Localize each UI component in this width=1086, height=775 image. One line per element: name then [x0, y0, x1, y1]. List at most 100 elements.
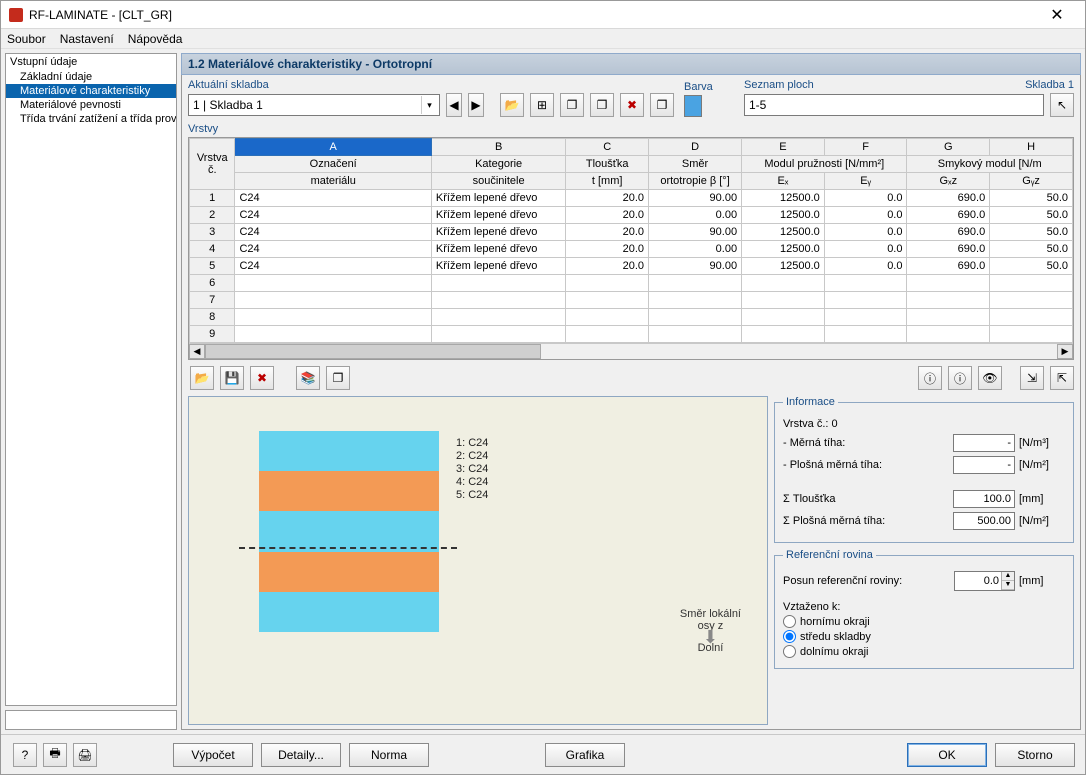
cell-ey[interactable]: 0.0 — [824, 224, 907, 241]
new-skladba-button[interactable]: 📂 — [500, 93, 524, 117]
row-num[interactable]: 1 — [190, 190, 235, 207]
copy-row-button[interactable]: ❐ — [326, 366, 350, 390]
info1-button[interactable]: ⓘ — [918, 366, 942, 390]
cell-ey[interactable]: 0.0 — [824, 258, 907, 275]
cell-gxz[interactable]: 690.0 — [907, 258, 990, 275]
cell-ex[interactable]: 12500.0 — [742, 258, 825, 275]
row-num[interactable]: 4 — [190, 241, 235, 258]
table-row[interactable]: 5C24Křížem lepené dřevo20.090.0012500.00… — [190, 258, 1073, 275]
cell-ey[interactable]: 0.0 — [824, 190, 907, 207]
cell-gxz[interactable]: 690.0 — [907, 224, 990, 241]
cell-b[interactable]: 0.00 — [649, 241, 742, 258]
cell-ey[interactable]: 0.0 — [824, 241, 907, 258]
storno-button[interactable]: Storno — [995, 743, 1075, 767]
scroll-thumb[interactable] — [205, 344, 541, 359]
cell-kat[interactable]: Křížem lepené dřevo — [431, 258, 565, 275]
table-row[interactable]: 1C24Křížem lepené dřevo20.090.0012500.00… — [190, 190, 1073, 207]
table-row[interactable]: 2C24Křížem lepené dřevo20.00.0012500.00.… — [190, 207, 1073, 224]
spin-up-icon[interactable]: ▲ — [1002, 572, 1014, 581]
cell-b[interactable]: 90.00 — [649, 258, 742, 275]
cell-t[interactable]: 20.0 — [566, 258, 649, 275]
row-num[interactable]: 8 — [190, 309, 235, 326]
cell-ex[interactable]: 12500.0 — [742, 207, 825, 224]
cell-mat[interactable]: C24 — [235, 224, 431, 241]
cell-mat[interactable]: C24 — [235, 241, 431, 258]
cell-mat[interactable]: C24 — [235, 207, 431, 224]
col-vrstva-header[interactable]: Vrstva č. — [190, 139, 235, 190]
nav-item-2[interactable]: Materiálové pevnosti — [6, 98, 176, 112]
skladba-combo[interactable]: 1 | Skladba 1 ▾ — [188, 94, 440, 116]
cell-b[interactable]: 90.00 — [649, 190, 742, 207]
radio-mid-input[interactable] — [783, 630, 796, 643]
cell-kat[interactable]: Křížem lepené dřevo — [431, 207, 565, 224]
cell-ex[interactable]: 12500.0 — [742, 224, 825, 241]
ok-button[interactable]: OK — [907, 743, 987, 767]
export2-button[interactable]: ⇱ — [1050, 366, 1074, 390]
layers-table[interactable]: Vrstva č. A B C D E F G H — [188, 137, 1074, 360]
prev-skladba-button[interactable]: ◀ — [446, 93, 462, 117]
cell-t[interactable]: 20.0 — [566, 190, 649, 207]
nav-item-0[interactable]: Základní údaje — [6, 70, 176, 84]
cell-t[interactable]: 20.0 — [566, 207, 649, 224]
copy-skladba-button[interactable]: ❐ — [560, 93, 584, 117]
next-skladba-button[interactable]: ▶ — [468, 93, 484, 117]
cell-gxz[interactable]: 690.0 — [907, 207, 990, 224]
vypocet-button[interactable]: Výpočet — [173, 743, 253, 767]
cell-gyz[interactable]: 50.0 — [990, 190, 1073, 207]
col-C[interactable]: C — [566, 139, 649, 156]
info2-button[interactable]: ⓘ — [948, 366, 972, 390]
row-num[interactable]: 2 — [190, 207, 235, 224]
col-G[interactable]: G — [907, 139, 990, 156]
scroll-right-icon[interactable]: ▶ — [1057, 344, 1073, 359]
nav-root[interactable]: Vstupní údaje — [6, 54, 176, 70]
view-button[interactable]: 👁 — [978, 366, 1002, 390]
table-row-empty[interactable]: 8 — [190, 309, 1073, 326]
seznam-input[interactable]: 1-5 — [744, 94, 1044, 116]
detaily-button[interactable]: Detaily... — [261, 743, 341, 767]
print-button[interactable]: 🖶 — [43, 743, 67, 767]
cell-gyz[interactable]: 50.0 — [990, 258, 1073, 275]
row-num[interactable]: 3 — [190, 224, 235, 241]
col-F[interactable]: F — [824, 139, 907, 156]
posun-spinner[interactable]: ▲▼ — [954, 571, 1015, 591]
row-num[interactable]: 9 — [190, 326, 235, 343]
cell-ey[interactable]: 0.0 — [824, 207, 907, 224]
radio-mid[interactable]: středu skladby — [783, 630, 1065, 643]
cell-gyz[interactable]: 50.0 — [990, 241, 1073, 258]
delete-skladba-button[interactable]: ✖ — [620, 93, 644, 117]
open-row-button[interactable]: 📂 — [190, 366, 214, 390]
print2-button[interactable]: 🖨 — [73, 743, 97, 767]
spin-down-icon[interactable]: ▼ — [1002, 581, 1014, 590]
col-D[interactable]: D — [649, 139, 742, 156]
cell-gxz[interactable]: 690.0 — [907, 241, 990, 258]
cell-b[interactable]: 90.00 — [649, 224, 742, 241]
delete-row-button[interactable]: ✖ — [250, 366, 274, 390]
col-B[interactable]: B — [431, 139, 565, 156]
menu-napoveda[interactable]: Nápověda — [128, 32, 183, 46]
copy2-button[interactable]: ❐ — [590, 93, 614, 117]
cell-kat[interactable]: Křížem lepené dřevo — [431, 224, 565, 241]
export1-button[interactable]: ⇲ — [1020, 366, 1044, 390]
cell-kat[interactable]: Křížem lepené dřevo — [431, 241, 565, 258]
scroll-left-icon[interactable]: ◀ — [189, 344, 205, 359]
nav-item-1[interactable]: Materiálové charakteristiky — [6, 84, 176, 98]
help-button[interactable]: ? — [13, 743, 37, 767]
cell-ex[interactable]: 12500.0 — [742, 241, 825, 258]
nav-tree[interactable]: Vstupní údaje Základní údaje Materiálové… — [5, 53, 177, 706]
color-swatch[interactable] — [684, 95, 702, 117]
nav-item-3[interactable]: Třída trvání zatížení a třída prov — [6, 112, 176, 126]
radio-top[interactable]: hornímu okraji — [783, 615, 1065, 628]
grafika-button[interactable]: Grafika — [545, 743, 625, 767]
cell-kat[interactable]: Křížem lepené dřevo — [431, 190, 565, 207]
extra-button[interactable]: ❐ — [650, 93, 674, 117]
cell-mat[interactable]: C24 — [235, 258, 431, 275]
norma-button[interactable]: Norma — [349, 743, 429, 767]
col-A[interactable]: A — [235, 139, 431, 156]
cell-t[interactable]: 20.0 — [566, 241, 649, 258]
cell-gyz[interactable]: 50.0 — [990, 224, 1073, 241]
table-row-empty[interactable]: 6 — [190, 275, 1073, 292]
posun-input[interactable] — [955, 572, 1001, 590]
table-row-empty[interactable]: 9 — [190, 326, 1073, 343]
row-num[interactable]: 7 — [190, 292, 235, 309]
excel-button[interactable]: ⊞ — [530, 93, 554, 117]
